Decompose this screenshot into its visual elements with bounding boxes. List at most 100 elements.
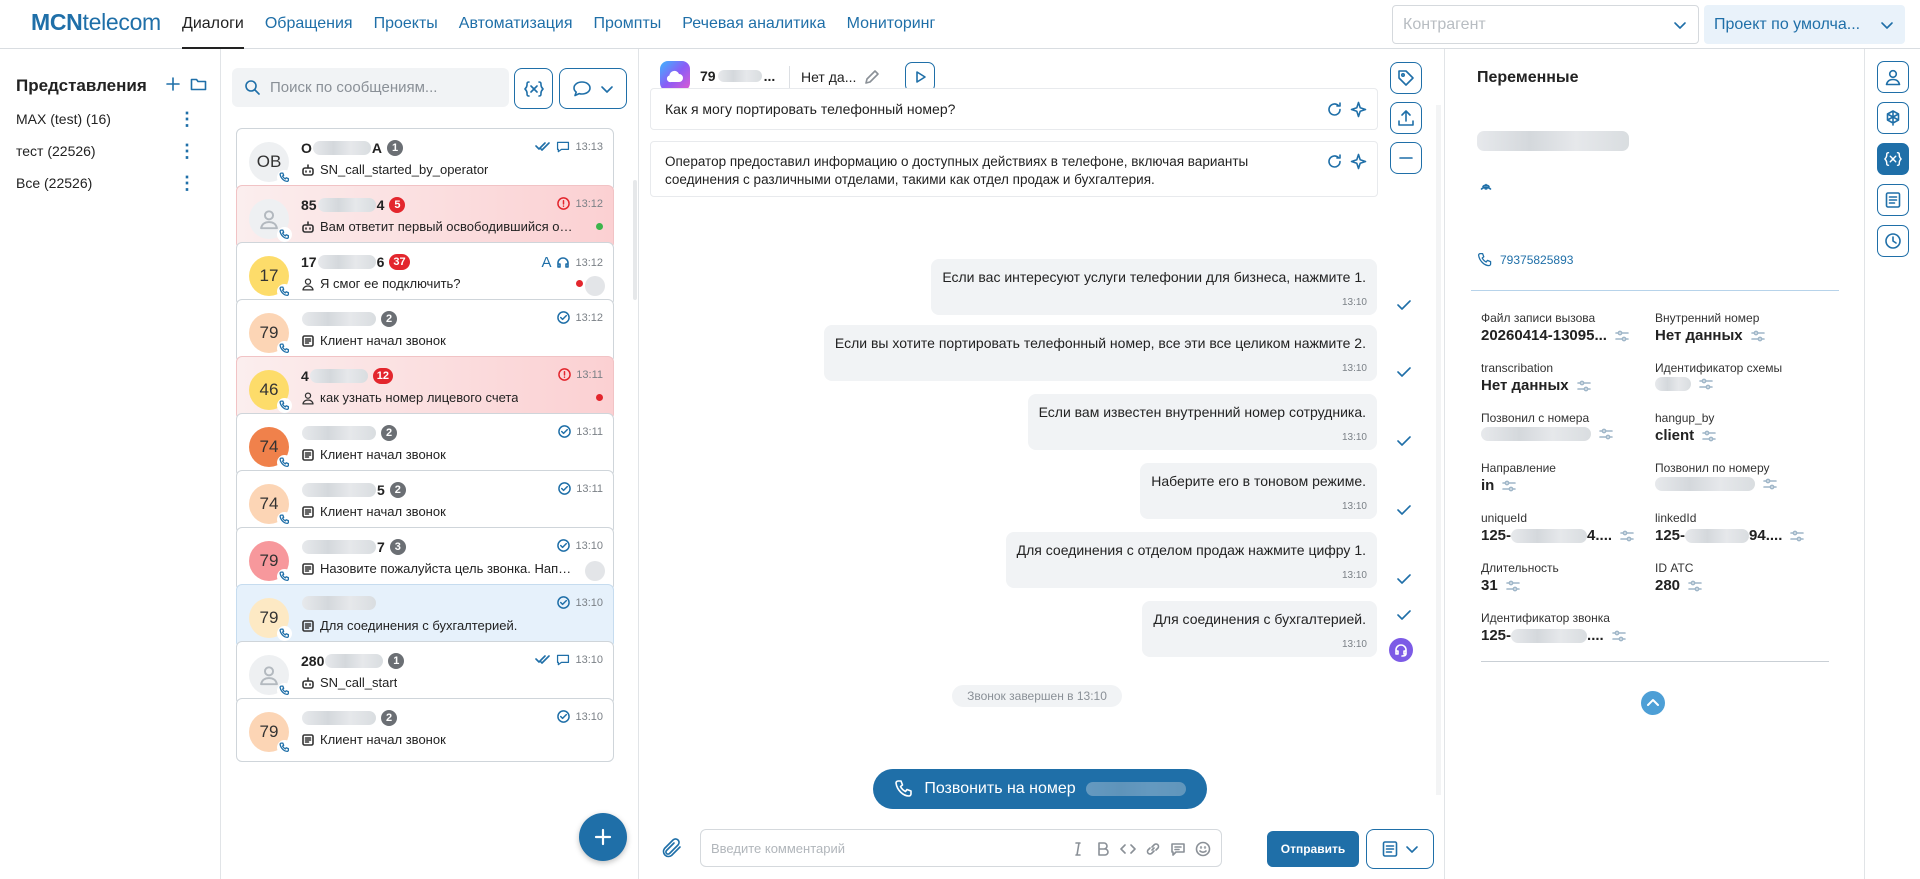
history-button[interactable] (1877, 225, 1909, 257)
call-number-button[interactable]: Позвонить на номер (873, 769, 1207, 809)
search-input[interactable]: Поиск по сообщениям... (270, 79, 437, 96)
sliders-icon[interactable] (1611, 630, 1626, 642)
sliders-icon[interactable] (1599, 428, 1613, 440)
unread-badge: 2 (381, 311, 397, 327)
sliders-icon[interactable] (1620, 530, 1634, 542)
avatar: 74 (249, 484, 292, 527)
counterparty-select[interactable]: Контрагент (1392, 5, 1699, 44)
kebab-menu-icon[interactable]: ⋮ (178, 142, 196, 160)
add-view-icon[interactable] (165, 76, 181, 92)
nav-speech-analytics[interactable]: Речевая аналитика (682, 0, 825, 49)
channel-badge-icon (277, 284, 292, 299)
quote-icon[interactable] (1170, 841, 1186, 857)
sliders-icon[interactable] (1750, 330, 1765, 342)
unread-badge: 2 (381, 425, 397, 441)
nav-automation[interactable]: Автоматизация (459, 0, 573, 49)
code-icon[interactable] (1120, 841, 1136, 857)
sliders-icon[interactable] (1763, 478, 1777, 490)
chat-bubble-icon (573, 80, 591, 96)
nav-monitoring[interactable]: Мониторинг (847, 0, 936, 49)
plus-icon (594, 828, 612, 846)
kebab-menu-icon[interactable]: ⋮ (178, 174, 196, 192)
dialog-card[interactable]: 74 5 2 13:11 Клиент начал звонок (236, 470, 614, 534)
variables-tab-button[interactable] (1877, 143, 1909, 175)
dialog-card[interactable]: 280 1 13:10 SN_call_start (236, 641, 614, 705)
emoji-icon[interactable] (1195, 841, 1211, 857)
main-nav: Диалоги Обращения Проекты Автоматизация … (182, 0, 935, 49)
dialog-name (301, 596, 376, 610)
call-log-icon (302, 448, 314, 461)
sparkle-icon[interactable] (1350, 101, 1367, 118)
nav-prompts[interactable]: Промпты (593, 0, 661, 49)
collapse-up-button[interactable] (1641, 691, 1665, 715)
channel-filter-button[interactable] (559, 68, 627, 109)
variables-filter-button[interactable] (514, 68, 553, 109)
dialog-list-scrollbar[interactable] (633, 180, 637, 300)
check-icon (1397, 436, 1411, 446)
tag-icon (1398, 70, 1414, 86)
kebab-menu-icon[interactable]: ⋮ (178, 110, 196, 128)
nav-projects[interactable]: Проекты (374, 0, 438, 49)
refresh-icon[interactable] (1326, 153, 1343, 170)
dialog-card[interactable]: 46 4 12 13:11 как узнать номер лицевого счет… (236, 356, 614, 420)
sliders-icon[interactable] (1576, 380, 1591, 392)
dialog-card[interactable]: 79 2 13:12 Клиент начал звонок (236, 299, 614, 363)
edit-pencil-icon[interactable] (863, 68, 881, 86)
ai-assistant-button[interactable] (1877, 102, 1909, 134)
bot-icon (302, 163, 314, 176)
sliders-icon[interactable] (1505, 580, 1520, 592)
project-select[interactable]: Проект по умолча... (1704, 5, 1905, 44)
paperclip-icon[interactable] (660, 836, 684, 860)
dialog-card[interactable]: 17 17 6 37 A 13:12 Я смог ее подключить? (236, 242, 614, 306)
sliders-icon[interactable] (1502, 480, 1517, 492)
refresh-icon[interactable] (1326, 101, 1343, 118)
variable-icon (1884, 151, 1902, 167)
mcn-logo[interactable]: MCNtelecom (31, 9, 161, 36)
link-icon[interactable] (1145, 841, 1161, 857)
message-search[interactable]: Поиск по сообщениям... (232, 68, 509, 107)
contact-status: Нет да... (801, 69, 857, 85)
templates-button[interactable] (1366, 829, 1434, 869)
send-button[interactable]: Отправить (1267, 831, 1359, 867)
sliders-icon[interactable] (1702, 430, 1716, 442)
tag-button[interactable] (1390, 62, 1422, 94)
unread-badge: 3 (389, 539, 406, 555)
unread-badge: 2 (389, 482, 406, 498)
comment-input[interactable]: Введите комментарий (700, 829, 1222, 867)
new-dialog-button[interactable] (579, 813, 627, 861)
channel-badge-icon (277, 455, 292, 470)
bot-icon (302, 220, 314, 233)
ai-knot-icon (1886, 110, 1900, 126)
nav-requests[interactable]: Обращения (265, 0, 353, 49)
view-item-max-test[interactable]: MAX (test) (16) ⋮ (16, 107, 216, 131)
sliders-icon[interactable] (1615, 330, 1629, 342)
notes-button[interactable] (1877, 184, 1909, 216)
sliders-icon[interactable] (1688, 580, 1702, 592)
view-item-test[interactable]: тест (22526) ⋮ (16, 139, 216, 163)
dialog-card[interactable]: 79 13:10 Для соединения с бухгалтерией. (236, 584, 614, 648)
sparkle-icon[interactable] (1350, 153, 1367, 170)
user-icon (1885, 69, 1901, 86)
nav-dialogs[interactable]: Диалоги (182, 0, 244, 49)
sliders-icon[interactable] (1790, 530, 1805, 542)
chat-scrollbar[interactable] (1436, 105, 1441, 795)
dialog-card[interactable]: 79 2 13:10 Клиент начал звонок (236, 698, 614, 762)
check-circle-icon (558, 425, 572, 438)
bold-icon[interactable] (1095, 841, 1111, 857)
folder-icon[interactable] (190, 76, 207, 92)
contact-profile-button[interactable] (1877, 61, 1909, 93)
sliders-icon[interactable] (1699, 378, 1713, 390)
italic-icon[interactable] (1070, 841, 1086, 857)
view-item-all[interactable]: Все (22526) ⋮ (16, 171, 216, 195)
check-circle-icon (557, 539, 571, 552)
dialog-card[interactable]: ОВ О А 1 13:13 SN_call_started_by_operator (236, 128, 614, 192)
dialog-card[interactable]: 79 7 3 13:10 Назовите пожалуйста цель звонка… (236, 527, 614, 591)
export-button[interactable] (1390, 102, 1422, 134)
dialog-time: 13:10 (557, 710, 603, 723)
collapse-button[interactable] (1390, 142, 1422, 174)
dialog-card[interactable]: 85 4 5 13:12 Вам ответит первый освободивший… (236, 185, 614, 249)
contact-phone[interactable]: 79375825893 (1477, 252, 1573, 268)
var-caller-number: Позвонил с номера (1481, 411, 1651, 441)
assignee-avatar (585, 276, 605, 296)
dialog-card[interactable]: 74 2 13:11 Клиент начал звонок (236, 413, 614, 477)
